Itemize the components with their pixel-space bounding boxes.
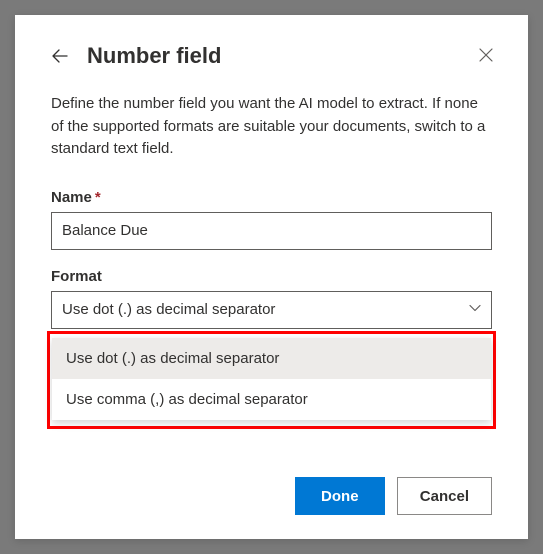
- format-select[interactable]: Use dot (.) as decimal separator: [51, 291, 492, 329]
- name-field-group: Name*: [51, 189, 492, 250]
- cancel-button[interactable]: Cancel: [397, 477, 492, 515]
- close-button[interactable]: [474, 43, 498, 70]
- number-field-panel: Number field Define the number field you…: [15, 15, 528, 539]
- required-indicator: *: [95, 189, 101, 206]
- panel-description: Define the number field you want the AI …: [51, 93, 492, 161]
- done-button[interactable]: Done: [295, 477, 385, 515]
- back-arrow-icon: [51, 47, 69, 65]
- format-label: Format: [51, 268, 492, 285]
- format-selected-value: Use dot (.) as decimal separator: [62, 301, 275, 318]
- panel-title: Number field: [87, 43, 221, 69]
- format-select-display[interactable]: Use dot (.) as decimal separator: [51, 291, 492, 329]
- name-input[interactable]: [51, 212, 492, 250]
- format-option-comma[interactable]: Use comma (,) as decimal separator: [52, 379, 491, 420]
- format-field-group: Format Use dot (.) as decimal separator …: [51, 268, 492, 429]
- format-option-dot[interactable]: Use dot (.) as decimal separator: [52, 338, 491, 379]
- name-label-text: Name: [51, 189, 92, 206]
- format-dropdown-list: Use dot (.) as decimal separator Use com…: [52, 338, 491, 420]
- back-button[interactable]: [51, 43, 75, 69]
- name-label: Name*: [51, 189, 492, 206]
- panel-footer: Done Cancel: [295, 477, 492, 515]
- format-dropdown-highlight: Use dot (.) as decimal separator Use com…: [47, 331, 496, 429]
- panel-header: Number field: [51, 43, 492, 69]
- close-icon: [478, 47, 494, 63]
